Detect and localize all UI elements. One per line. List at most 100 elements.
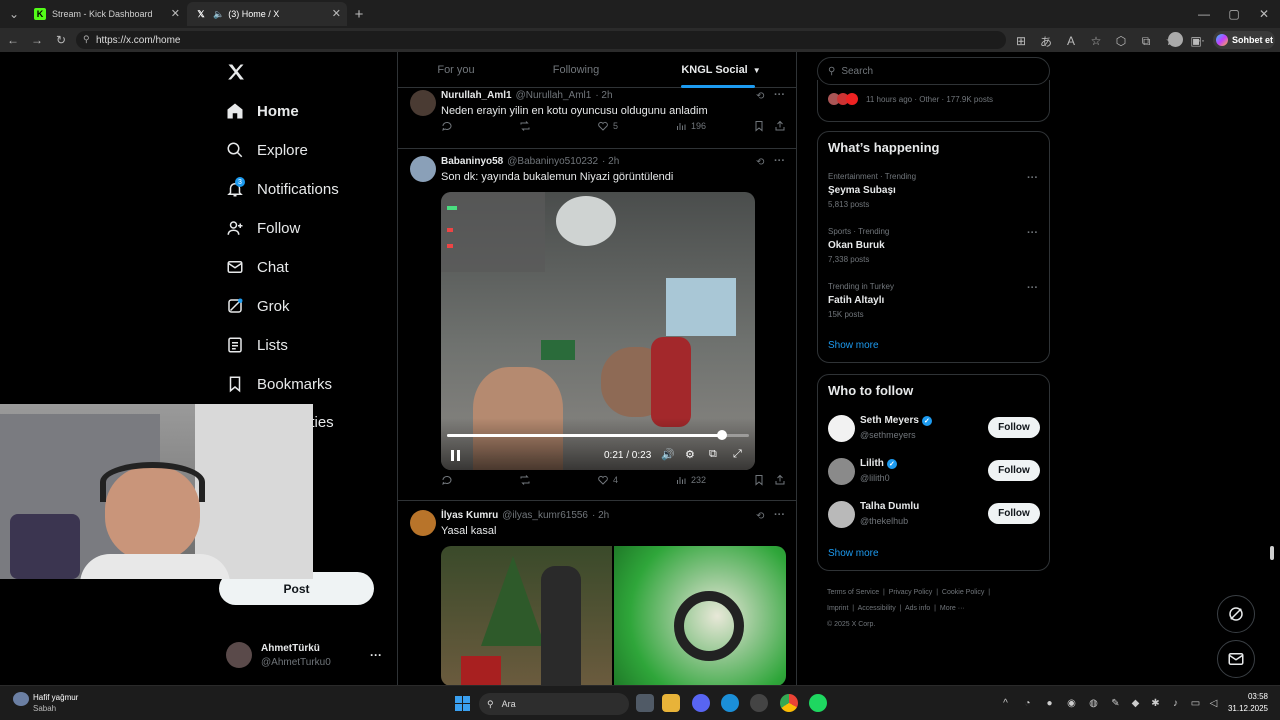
share-button[interactable] (774, 120, 786, 132)
tray-icon[interactable]: ◆ (1130, 698, 1141, 709)
chevron-up-icon[interactable]: ^ (1000, 698, 1011, 709)
microphone-icon[interactable]: ♪ (1170, 698, 1181, 709)
media-image-right[interactable] (614, 546, 786, 685)
nav-grok[interactable]: Grok (226, 290, 290, 322)
copilot-button[interactable]: Sohbet et (1213, 31, 1275, 49)
trend-item[interactable]: Trending in Turkey Fatih Altaylı 15K pos… (828, 282, 1038, 319)
tab-actions-icon[interactable]: ⌄ (6, 6, 22, 22)
task-view-icon[interactable] (636, 694, 654, 712)
share-button[interactable] (774, 474, 786, 486)
grok-analyze-icon[interactable]: ⟲ (756, 511, 764, 522)
follow-button[interactable]: Follow (988, 417, 1040, 438)
bookmark-button[interactable] (753, 474, 765, 486)
tray-icon[interactable]: ◔ (1022, 698, 1033, 709)
avatar[interactable] (828, 458, 855, 485)
more-icon[interactable]: ··· (774, 89, 785, 101)
more-icon[interactable]: ··· (774, 509, 785, 521)
footer-link[interactable]: Imprint (827, 605, 848, 612)
more-icon[interactable]: ··· (1027, 282, 1038, 294)
seek-bar[interactable] (447, 434, 749, 437)
tray-icon[interactable]: ✎ (1110, 698, 1121, 709)
close-icon[interactable]: ✕ (171, 7, 180, 20)
close-icon[interactable]: ✕ (332, 7, 341, 20)
nav-follow[interactable]: Follow (226, 212, 300, 244)
avatar[interactable] (828, 501, 855, 528)
spotify-icon[interactable] (809, 694, 827, 712)
weather-text[interactable]: Hafif yağmur (33, 693, 78, 702)
trend-item[interactable]: Sports · Trending Okan Buruk 7,338 posts… (828, 227, 1038, 264)
nav-home[interactable]: Home (226, 95, 299, 127)
avatar[interactable] (410, 510, 436, 536)
account-avatar[interactable] (226, 642, 252, 668)
follow-suggestion[interactable]: Talha Dumlu @thekelhub Follow (828, 499, 1040, 531)
grok-analyze-icon[interactable]: ⟲ (756, 157, 764, 168)
tab-kick[interactable]: K Stream - Kick Dashboard ✕ (26, 2, 186, 26)
close-window-button[interactable]: ✕ (1256, 6, 1272, 22)
follow-suggestion[interactable]: Seth Meyers ✓ @sethmeyers Follow (828, 413, 1040, 445)
footer-link[interactable]: More ··· (940, 605, 965, 612)
site-info-icon[interactable]: ⚲ (83, 34, 90, 45)
user-name[interactable]: Seth Meyers (860, 415, 919, 426)
follow-button[interactable]: Follow (988, 460, 1040, 481)
reply-button[interactable] (441, 474, 453, 486)
edge-icon[interactable] (721, 694, 739, 712)
back-button[interactable]: ← (5, 32, 21, 48)
nav-lists[interactable]: Lists (226, 329, 288, 361)
network-icon[interactable]: ▭ (1190, 698, 1201, 709)
maximize-button[interactable]: ▢ (1226, 6, 1242, 22)
extensions-icon[interactable]: ⬡ (1113, 33, 1129, 49)
more-icon[interactable]: ··· (774, 155, 785, 167)
profile-avatar[interactable] (1168, 32, 1183, 47)
post[interactable]: Nurullah_Aml1 @Nurullah_Aml1 · 2h ⟲ ··· … (398, 88, 796, 149)
trend-item[interactable]: Entertainment · Trending Şeyma Subaşı 5,… (828, 172, 1038, 209)
account-more-icon[interactable]: ··· (370, 648, 382, 662)
steam-icon[interactable]: ◍ (1088, 698, 1099, 709)
refresh-button[interactable]: ↻ (53, 32, 69, 48)
page-scrollbar[interactable] (1268, 52, 1276, 685)
grok-float-button[interactable] (1217, 595, 1255, 633)
tab-x-home[interactable]: 𝕏 🔈 (3) Home / X ✕ (187, 2, 347, 26)
author-name[interactable]: Nurullah_Aml1 (441, 90, 512, 101)
user-name[interactable]: Talha Dumlu (860, 501, 919, 512)
start-button[interactable] (455, 696, 470, 711)
author-name[interactable]: Babaninyo58 (441, 156, 503, 167)
like-button[interactable]: 4 (597, 474, 618, 486)
fullscreen-icon[interactable]: ⤢ (733, 448, 742, 461)
footer-link[interactable]: Privacy Policy (889, 589, 933, 596)
nav-notifications[interactable]: 3 Notifications (226, 173, 339, 205)
read-aloud-icon[interactable]: A (1063, 33, 1079, 49)
favorite-icon[interactable]: ☆ (1088, 33, 1104, 49)
discord-icon[interactable] (692, 694, 710, 712)
weather-icon[interactable] (13, 692, 29, 706)
more-icon[interactable]: ··· (1191, 32, 1207, 48)
follow-suggestion[interactable]: Lilith ✓ @lilith0 Follow (828, 456, 1040, 488)
pip-icon[interactable]: ⧉ (709, 448, 717, 461)
seek-handle[interactable] (716, 430, 727, 440)
post[interactable]: Babaninyo58 @Babaninyo510232 · 2h ⟲ ··· … (398, 149, 796, 501)
avatar[interactable] (828, 415, 855, 442)
more-icon[interactable]: ··· (1027, 227, 1038, 239)
url-field[interactable]: ⚲ https://x.com/home (76, 31, 1006, 49)
footer-link[interactable]: Terms of Service (827, 589, 879, 596)
tab-for-you[interactable]: For you (398, 52, 514, 88)
pause-icon[interactable] (451, 450, 461, 462)
tray-icon[interactable]: ◉ (1066, 698, 1077, 709)
minimize-button[interactable]: — (1196, 6, 1212, 22)
split-screen-icon[interactable]: ⧉ (1138, 33, 1154, 49)
author-name[interactable]: İlyas Kumru (441, 510, 498, 521)
post-time[interactable]: · 2h (602, 156, 619, 167)
settings-icon[interactable]: ⚙ (685, 448, 695, 461)
repost-button[interactable] (519, 120, 531, 132)
post-time[interactable]: · 2h (592, 510, 609, 521)
clock-time[interactable]: 03:58 (1228, 692, 1268, 701)
like-button[interactable]: 5 (597, 120, 618, 132)
tab-following[interactable]: Following (514, 52, 638, 88)
new-tab-button[interactable]: + (351, 6, 367, 23)
trend-snippet-card[interactable]: 11 hours ago · Other · 177.9K posts (817, 80, 1050, 122)
volume-icon[interactable]: 🔊 (661, 448, 675, 461)
footer-link[interactable]: Cookie Policy (942, 589, 984, 596)
post-media[interactable] (441, 546, 786, 685)
user-name[interactable]: Lilith (860, 458, 884, 469)
app-available-icon[interactable]: ⊞ (1013, 33, 1029, 49)
tab-kngl-social[interactable]: KNGL Social ▼ (666, 52, 776, 88)
